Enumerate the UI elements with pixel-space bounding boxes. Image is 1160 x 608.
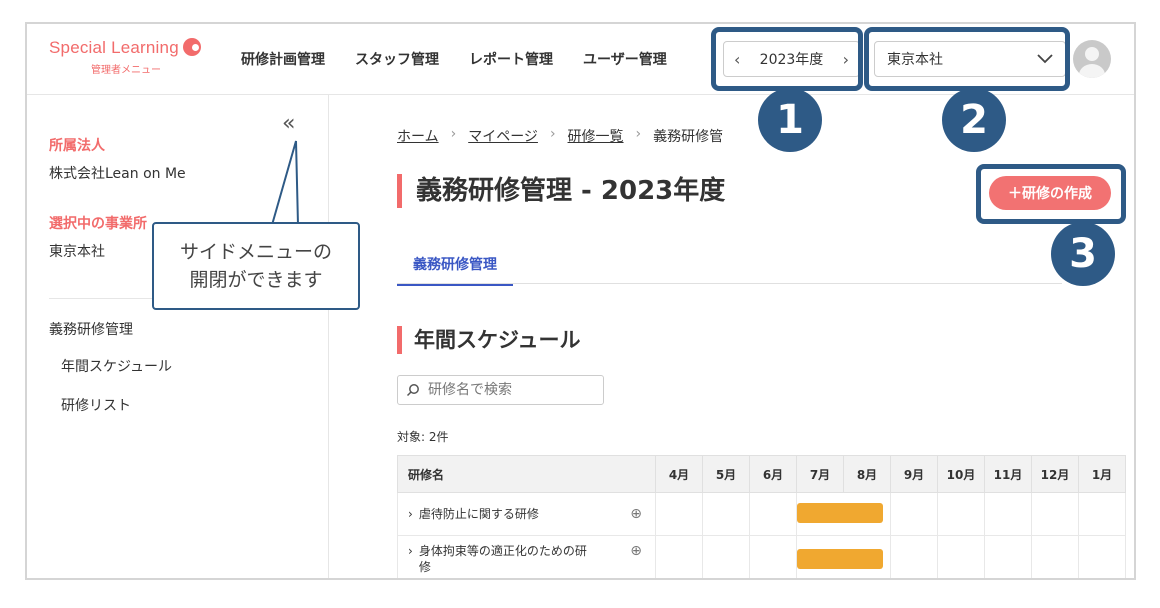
breadcrumb-home[interactable]: ホーム: [397, 126, 439, 146]
logo[interactable]: Special Learning 管理者メニュー: [49, 38, 201, 76]
column-header-month: 8月: [843, 455, 891, 493]
tab-divider: [397, 283, 1062, 284]
tooltip-line: 開閉ができます: [189, 269, 323, 291]
schedule-table: 研修名 4月 5月 6月 7月 8月 9月 10月 11月 12月 1月 › 虐待…: [397, 455, 1126, 578]
sidebar-item-mandatory-training[interactable]: 義務研修管理: [49, 319, 133, 339]
training-name-line: 修: [418, 559, 431, 574]
affiliation-label: 所属法人: [49, 138, 105, 154]
schedule-bar[interactable]: [797, 549, 883, 569]
training-name: 虐待防止に関する研修: [418, 507, 539, 521]
expand-chevron-icon[interactable]: ›: [408, 543, 413, 575]
search-input[interactable]: [426, 381, 600, 399]
affiliation-value: 株式会社Lean on Me: [49, 166, 186, 182]
breadcrumb-separator-icon: ›: [450, 126, 457, 142]
main-nav: 研修計画管理 スタッフ管理 レポート管理 ユーザー管理: [241, 49, 667, 69]
expand-chevron-icon[interactable]: ›: [408, 506, 413, 522]
search-icon: [406, 384, 419, 397]
column-header-month: 11月: [984, 455, 1032, 493]
training-name-cell: › 虐待防止に関する研修 ⊕: [397, 492, 656, 536]
office-value: 東京本社: [49, 244, 105, 260]
table-row[interactable]: › 身体拘束等の適正化のための研修 ⊕: [397, 535, 1126, 578]
schedule-cell: [796, 492, 891, 536]
column-header-month: 6月: [749, 455, 797, 493]
result-count: 対象: 2件: [397, 430, 449, 444]
annotation-badge-1: 1: [758, 88, 822, 152]
breadcrumb-mypage[interactable]: マイページ: [468, 126, 538, 146]
breadcrumb-current: 義務研修管: [653, 129, 724, 145]
logo-name: Special Learning: [49, 38, 179, 57]
annotation-badge-2: 2: [942, 88, 1006, 152]
nav-staff[interactable]: スタッフ管理: [355, 49, 439, 69]
logo-mark-icon: [182, 38, 201, 56]
annotation-highlight-office: [864, 27, 1070, 91]
breadcrumb: ホーム › マイページ › 研修一覧 › 義務研修管: [397, 126, 723, 146]
sidebar-toggle-tooltip: サイドメニューの 開閉ができます: [152, 222, 360, 310]
column-header-name: 研修名: [397, 455, 656, 493]
column-header-month: 1月: [1078, 455, 1126, 493]
column-header-month: 4月: [655, 455, 703, 493]
breadcrumb-separator-icon: ›: [635, 126, 642, 142]
schedule-cell: [796, 535, 891, 578]
column-header-month: 5月: [702, 455, 750, 493]
annotation-highlight-year: [711, 27, 863, 91]
column-header-month: 10月: [937, 455, 985, 493]
sidebar-item-annual-schedule[interactable]: 年間スケジュール: [61, 356, 172, 376]
logo-subtitle: 管理者メニュー: [91, 65, 161, 76]
tooltip-line: サイドメニューの: [179, 241, 332, 263]
column-header-month: 12月: [1031, 455, 1079, 493]
nav-report[interactable]: レポート管理: [469, 49, 553, 69]
annotation-badge-3: 3: [1051, 222, 1115, 286]
table-row[interactable]: › 虐待防止に関する研修 ⊕: [397, 492, 1126, 536]
avatar[interactable]: [1073, 40, 1111, 78]
nav-training-plan[interactable]: 研修計画管理: [241, 49, 325, 69]
tab-mandatory-training[interactable]: 義務研修管理: [397, 254, 513, 286]
office-label: 選択中の事業所: [49, 216, 147, 232]
search-box: [397, 375, 604, 405]
table-header-row: 研修名 4月 5月 6月 7月 8月 9月 10月 11月 12月 1月: [397, 455, 1126, 493]
sidebar-item-training-list[interactable]: 研修リスト: [61, 395, 131, 415]
column-header-month: 9月: [890, 455, 938, 493]
training-name-line: 身体拘束等の適正化のための研: [418, 543, 587, 558]
breadcrumb-separator-icon: ›: [549, 126, 556, 142]
add-circle-icon[interactable]: ⊕: [630, 506, 642, 522]
add-circle-icon[interactable]: ⊕: [630, 543, 642, 559]
breadcrumb-training-list[interactable]: 研修一覧: [568, 126, 624, 146]
section-title: 年間スケジュール: [397, 326, 581, 354]
page-title: 義務研修管理 - 2023年度: [397, 174, 725, 208]
nav-users[interactable]: ユーザー管理: [583, 49, 667, 69]
tooltip-pointer: [271, 140, 299, 226]
collapse-sidebar-icon[interactable]: «: [282, 111, 295, 136]
column-header-month: 7月: [796, 455, 844, 493]
annotation-highlight-create: [976, 164, 1126, 224]
training-name-cell: › 身体拘束等の適正化のための研修 ⊕: [397, 535, 656, 578]
schedule-bar[interactable]: [797, 503, 883, 523]
